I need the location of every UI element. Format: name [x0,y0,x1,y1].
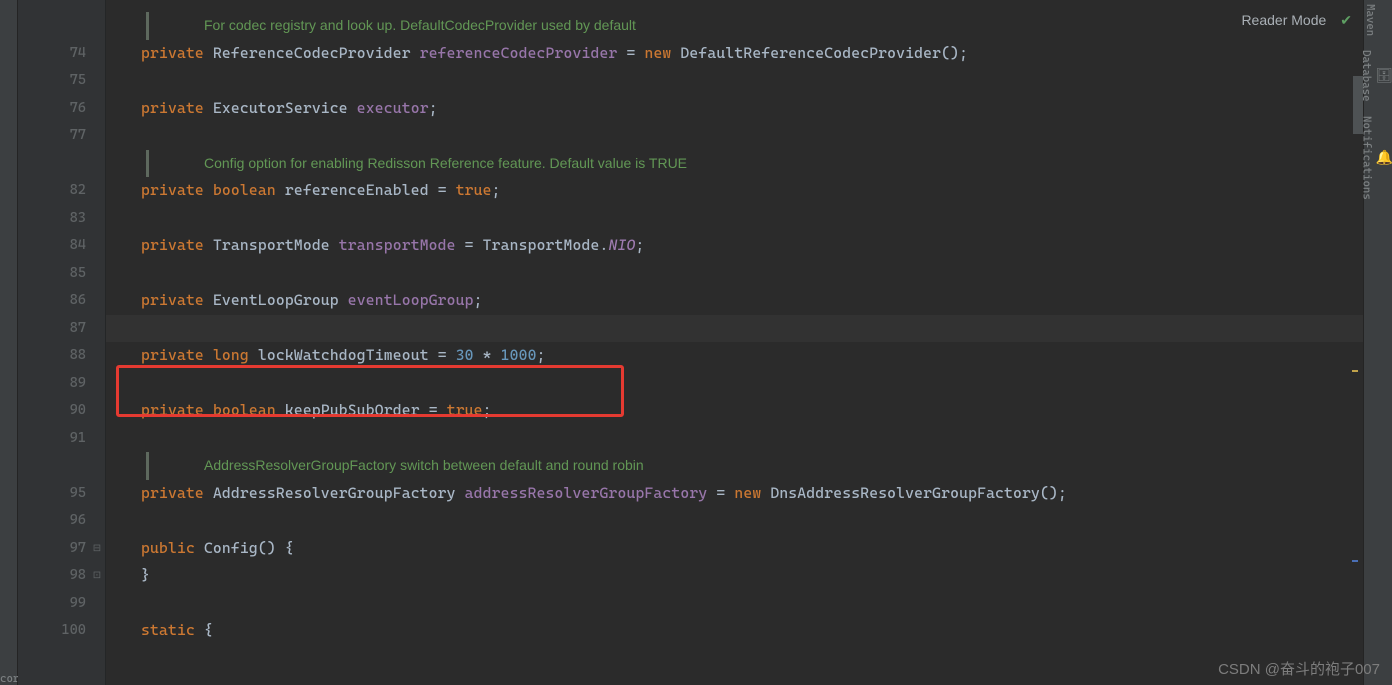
line-number[interactable] [18,150,106,178]
strip-label-a: co [0,672,13,685]
code-line[interactable]: private TransportMode transportMode = Tr… [106,232,1363,260]
line-number[interactable]: 77 [18,122,106,150]
line-number[interactable]: 84 [18,232,106,260]
code-line[interactable] [106,507,1363,535]
line-number[interactable]: 74 [18,40,106,68]
line-number[interactable] [18,12,106,40]
doc-comment: AddressResolverGroupFactory switch betwe… [146,452,644,480]
doc-comment: Config option for enabling Redisson Refe… [146,150,687,178]
code-line[interactable]: public Config() { [106,535,1363,563]
code-line[interactable] [106,590,1363,618]
code-line[interactable] [106,260,1363,288]
line-number[interactable]: 99 [18,590,106,618]
line-number[interactable]: 82 [18,177,106,205]
line-number[interactable]: 75 [18,67,106,95]
line-number[interactable]: 83 [18,205,106,233]
code-line[interactable] [106,205,1363,233]
warning-marker[interactable] [1352,370,1358,372]
line-gutter[interactable]: 7475767782838485868788899091959697⊟98⊡99… [18,0,106,685]
database-icon: 🗄 [1375,68,1392,84]
fold-open-icon[interactable]: ⊟ [92,535,102,563]
code-line[interactable]: } [106,562,1363,590]
line-number[interactable]: 76 [18,95,106,123]
code-line[interactable]: private EventLoopGroup eventLoopGroup; [106,287,1363,315]
code-line[interactable]: static { [106,617,1363,645]
line-number[interactable]: 86 [18,287,106,315]
code-line[interactable]: private ExecutorService executor; [106,95,1363,123]
code-line[interactable]: private ReferenceCodecProvider reference… [106,40,1363,68]
line-number[interactable]: 91 [18,425,106,453]
reader-mode-link[interactable]: Reader Mode [1241,12,1326,28]
code-line[interactable] [106,67,1363,95]
inspection-banner: Reader Mode ✔ [1231,0,1362,40]
line-number[interactable]: 85 [18,260,106,288]
line-number[interactable]: 89 [18,370,106,398]
line-number[interactable] [18,452,106,480]
info-marker[interactable] [1352,560,1358,562]
rail-notifications[interactable]: 🔔 Notifications [1364,116,1392,200]
line-number[interactable]: 100 [18,617,106,645]
code-line[interactable] [106,122,1363,150]
bell-icon: 🔔 [1376,150,1392,166]
code-line[interactable]: private boolean referenceEnabled = true; [106,177,1363,205]
rail-maven[interactable]: Maven [1364,0,1377,36]
code-line[interactable] [106,425,1363,453]
code-editor[interactable]: For codec registry and look up. DefaultC… [106,0,1363,685]
code-line[interactable]: private boolean keepPubSubOrder = true; [106,397,1363,425]
code-line[interactable]: private AddressResolverGroupFactory addr… [106,480,1363,508]
code-line[interactable] [106,315,1363,343]
right-tool-strip[interactable]: Maven 🗄 Database 🔔 Notifications [1363,0,1392,685]
code-line[interactable] [106,370,1363,398]
line-number[interactable]: 96 [18,507,106,535]
line-number[interactable]: 90 [18,397,106,425]
line-number[interactable]: 87 [18,315,106,343]
code-line[interactable]: private long lockWatchdogTimeout = 30 * … [106,342,1363,370]
line-number[interactable]: 88 [18,342,106,370]
inspection-ok-icon[interactable]: ✔ [1340,12,1352,29]
doc-comment: For codec registry and look up. DefaultC… [146,12,636,40]
marker-stripe[interactable] [1352,0,1358,685]
line-number[interactable]: 95 [18,480,106,508]
fold-close-icon[interactable]: ⊡ [92,562,102,590]
rail-database[interactable]: 🗄 Database [1364,50,1392,102]
left-tool-strip[interactable]: co rt er [0,0,18,685]
